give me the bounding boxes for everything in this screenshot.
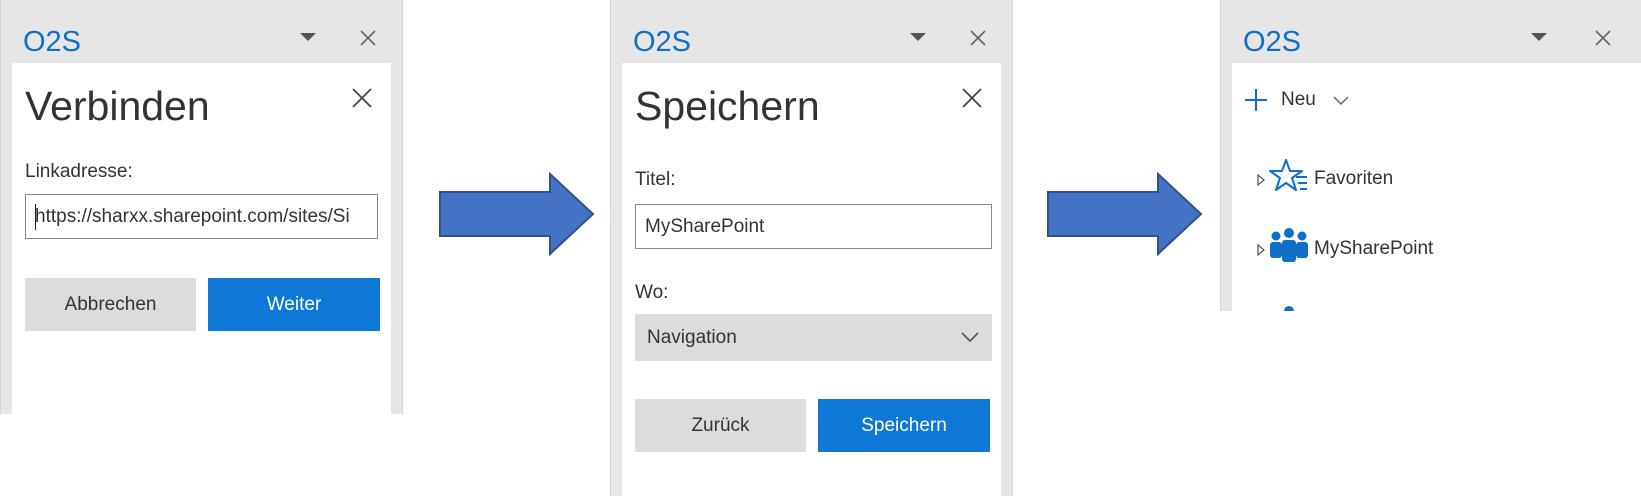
app-title: O2S [633,26,692,58]
tree-item-label: MySharePoint [1314,238,1434,259]
dialog-title: Speichern [635,83,820,129]
link-address-value: https://sharxx.sharepoint.com/sites/Si [35,206,350,227]
new-label: Neu [1281,89,1316,110]
tree-item-favorites[interactable]: Favoriten [1232,159,1532,197]
close-icon[interactable] [966,26,990,50]
dialog-title: Verbinden [25,83,210,129]
caret-down-icon[interactable] [907,30,929,44]
new-button[interactable]: Neu [1243,83,1363,117]
caret-down-icon[interactable] [1528,30,1550,44]
text-cursor [35,204,36,230]
link-address-input[interactable]: https://sharxx.sharepoint.com/sites/Si [25,194,378,239]
save-button[interactable]: Speichern [818,399,990,452]
back-button[interactable]: Zurück [635,399,806,452]
title-value: MySharePoint [645,216,765,237]
taskpane-save: O2S Speichern Titel: MySharePoint Wo: Na… [610,0,1013,496]
next-button[interactable]: Weiter [208,278,380,331]
caret-down-icon[interactable] [297,30,319,44]
flow-arrow-icon [1047,172,1203,256]
where-value: Navigation [647,327,737,348]
expand-triangle-icon[interactable] [1256,173,1266,187]
title-input[interactable]: MySharePoint [635,204,992,249]
teams-people-icon [1270,228,1308,262]
app-title: O2S [1243,26,1302,58]
chevron-down-icon [961,332,979,343]
flow-arrow-icon [439,172,595,256]
where-label: Wo: [635,282,669,303]
chevron-down-icon [1333,96,1349,106]
app-title: O2S [23,26,82,58]
taskpane-navigation: O2S Neu Favoriten MySharePoint [1220,0,1641,311]
dialog-close-icon[interactable] [349,85,375,111]
close-icon[interactable] [356,26,380,50]
plus-icon [1245,89,1267,111]
star-list-icon [1269,159,1307,191]
dialog-save: Speichern Titel: MySharePoint Wo: Naviga… [622,63,1001,496]
taskpane-connect: O2S Verbinden Linkadresse: https://sharx… [0,0,403,414]
link-address-label: Linkadresse: [25,161,133,182]
close-icon[interactable] [1591,26,1615,50]
expand-triangle-icon[interactable] [1256,243,1266,257]
tree-item-mysharepoint[interactable]: MySharePoint [1232,228,1532,267]
dialog-close-icon[interactable] [959,85,985,111]
tree-item-label: Favoriten [1314,168,1394,189]
tree-item-partial [1284,306,1294,311]
navigation-panel: Neu Favoriten MySharePoint [1232,63,1641,311]
where-dropdown[interactable]: Navigation [635,314,992,361]
dialog-connect: Verbinden Linkadresse: https://sharxx.sh… [12,63,391,414]
cancel-button[interactable]: Abbrechen [25,278,196,331]
title-label: Titel: [635,169,676,190]
